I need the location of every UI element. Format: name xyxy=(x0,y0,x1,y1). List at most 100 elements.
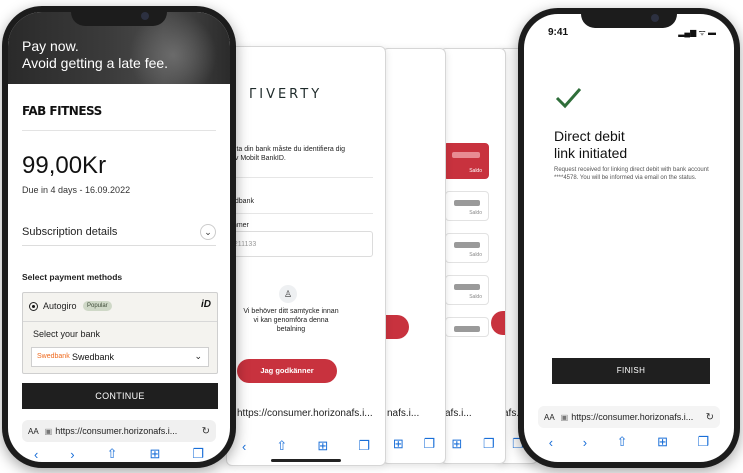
tile-saldo: Saldo xyxy=(469,294,482,300)
autogiro-radio[interactable] xyxy=(29,302,38,311)
share-icon[interactable]: ⇧ xyxy=(276,438,287,454)
right-phone-screen: 9:41 ▂▄▆ ᯤ ▬ Direct debit link initiated… xyxy=(524,14,734,462)
bookmarks-icon[interactable]: ⊞ xyxy=(451,436,462,452)
riverty-toolbar: ‹ ⇧ ⊞ ❐ xyxy=(227,435,385,457)
share-icon[interactable]: ⇧ xyxy=(107,446,118,462)
bookmarks-icon[interactable]: ⊞ xyxy=(393,436,404,452)
back-icon[interactable]: ‹ xyxy=(549,435,553,450)
chevron-down-icon[interactable]: ⌄ xyxy=(200,224,216,240)
text-size-button[interactable]: AA xyxy=(544,413,555,422)
consent-text: Vi behöver ditt samtycke innan vi kan ge… xyxy=(231,307,351,334)
status-time: 9:41 xyxy=(548,27,569,38)
camera xyxy=(141,12,149,20)
title-line-1: Direct debit xyxy=(554,128,625,144)
consent-line-3: betalning xyxy=(276,326,306,333)
lock-icon: ▣ xyxy=(560,412,569,422)
back-screen-1-url[interactable]: nafs.i... xyxy=(383,401,445,425)
bookmarks-icon[interactable]: ⊞ xyxy=(657,434,668,450)
home-indicator xyxy=(271,459,341,462)
back-screen-2-url[interactable]: afs.i... xyxy=(441,401,505,425)
account-tile[interactable] xyxy=(445,317,489,337)
tabs-icon[interactable]: ❐ xyxy=(423,436,435,452)
account-tile[interactable]: Saldo xyxy=(445,233,489,263)
continue-button[interactable]: CONTINUE xyxy=(22,383,218,409)
finish-button[interactable]: FINISH xyxy=(552,358,710,384)
amount: 99,00Kr xyxy=(22,152,107,179)
autogiro-label[interactable]: Autogiro xyxy=(43,301,77,311)
bankid-logo-icon: iD xyxy=(201,299,211,310)
consent-line-2: vi kan genomföra denna xyxy=(253,317,329,324)
chevron-down-icon: ⌄ xyxy=(194,351,202,361)
riverty-text-2: av Mobilt BankID. xyxy=(231,155,286,162)
tile-bar xyxy=(454,284,480,290)
confirmation-description: Request received for linking direct debi… xyxy=(554,167,709,181)
left-phone-screen: Pay now. Avoid getting a late fee. FAB F… xyxy=(8,12,230,462)
tile-bar xyxy=(452,152,480,158)
bank-select[interactable]: Swedbank Swedbank ⌄ xyxy=(31,347,209,367)
divider xyxy=(227,213,373,214)
hero-line-2: Avoid getting a late fee. xyxy=(22,55,169,71)
reload-icon[interactable]: ↻ xyxy=(202,426,210,437)
checkmark-icon xyxy=(555,88,582,109)
bank-select-value: Swedbank xyxy=(72,352,115,362)
text-size-button[interactable]: AA xyxy=(28,427,39,436)
safari-toolbar: ‹ › ⇧ ⊞ ❐ xyxy=(534,432,724,452)
url-text: https://consumer.horizonafs.i... xyxy=(55,426,178,436)
bookmarks-icon[interactable]: ⊞ xyxy=(149,446,160,462)
tile-bar xyxy=(454,200,480,206)
tile-saldo: Saldo xyxy=(469,168,482,174)
tabs-icon[interactable]: ❐ xyxy=(192,446,204,462)
left-phone: Pay now. Avoid getting a late fee. FAB F… xyxy=(2,6,236,468)
tile-saldo: Saldo xyxy=(469,210,482,216)
reload-icon[interactable]: ↻ xyxy=(706,412,714,423)
back-icon[interactable]: ‹ xyxy=(242,439,246,454)
riverty-text-1: luta din bank måste du identifiera dig xyxy=(231,146,346,153)
account-tile[interactable]: Saldo xyxy=(445,275,489,305)
right-phone: 9:41 ▂▄▆ ᯤ ▬ Direct debit link initiated… xyxy=(518,8,740,468)
swedbank-logo: Swedbank xyxy=(37,353,70,360)
account-tile-selected[interactable]: Saldo xyxy=(443,143,489,179)
forward-icon[interactable]: › xyxy=(583,435,587,450)
approve-button[interactable]: Jag godkänner xyxy=(237,359,337,383)
confirmation-title: Direct debit link initiated xyxy=(554,128,627,162)
consent-line-1: Vi behöver ditt samtycke innan xyxy=(243,308,339,315)
riverty-url[interactable]: https://consumer.horizonafs.i... xyxy=(233,401,385,425)
confirmation-card: Direct debit link initiated Request rece… xyxy=(542,62,720,394)
subscription-details-label: Subscription details xyxy=(22,226,118,238)
person-icon: ♙ xyxy=(279,285,297,303)
red-button-fragment[interactable] xyxy=(491,311,505,335)
popular-badge: Popular xyxy=(83,301,112,311)
back-screen-2: Saldo Saldo Saldo Saldo afs.i... ⊞ ❐ xyxy=(440,48,506,464)
tabs-icon[interactable]: ❐ xyxy=(483,436,495,452)
brand-logo: FAB FITNESS xyxy=(22,104,102,118)
safari-url-bar[interactable]: AA ▣ https://consumer.horizonafs.i... ↻ xyxy=(22,420,216,442)
tile-bar xyxy=(454,242,480,248)
payment-method-box: Autogiro Popular iD Select your bank Swe… xyxy=(22,292,218,374)
back-screen-1-toolbar: ⊞ ❐ xyxy=(383,433,445,455)
stage: afs.i... ❐ Saldo Saldo Saldo Saldo afs.i… xyxy=(0,0,743,473)
status-icons: ▂▄▆ ᯤ ▬ xyxy=(678,28,716,37)
url-text: https://consumer.horizonafs.i... xyxy=(571,412,694,422)
hero-line-1: Pay now. xyxy=(22,38,79,54)
tabs-icon[interactable]: ❐ xyxy=(358,438,370,454)
red-button-fragment[interactable] xyxy=(383,315,409,339)
account-tile[interactable]: Saldo xyxy=(445,191,489,221)
tabs-icon[interactable]: ❐ xyxy=(698,434,710,450)
personal-number-input[interactable]: 9211133 xyxy=(227,231,373,257)
share-icon[interactable]: ⇧ xyxy=(617,434,628,450)
subscription-details-toggle[interactable]: Subscription details ⌄ xyxy=(22,222,216,246)
divider xyxy=(22,130,216,131)
safari-url-bar[interactable]: AA ▣ https://consumer.horizonafs.i... ↻ xyxy=(538,406,720,428)
tile-saldo: Saldo xyxy=(469,252,482,258)
divider xyxy=(23,321,217,322)
riverty-screen: ΓIVERTY n luta din bank måste du identif… xyxy=(226,46,386,466)
select-payment-title: Select payment methods xyxy=(22,272,123,282)
back-screen-1: nafs.i... ⊞ ❐ xyxy=(382,48,446,464)
bookmarks-icon[interactable]: ⊞ xyxy=(317,438,328,454)
title-line-2: link initiated xyxy=(554,145,628,161)
notch xyxy=(581,8,677,28)
due-date: Due in 4 days - 16.09.2022 xyxy=(22,185,131,195)
back-icon[interactable]: ‹ xyxy=(34,447,38,462)
forward-icon[interactable]: › xyxy=(70,447,74,462)
tile-bar xyxy=(454,326,480,332)
